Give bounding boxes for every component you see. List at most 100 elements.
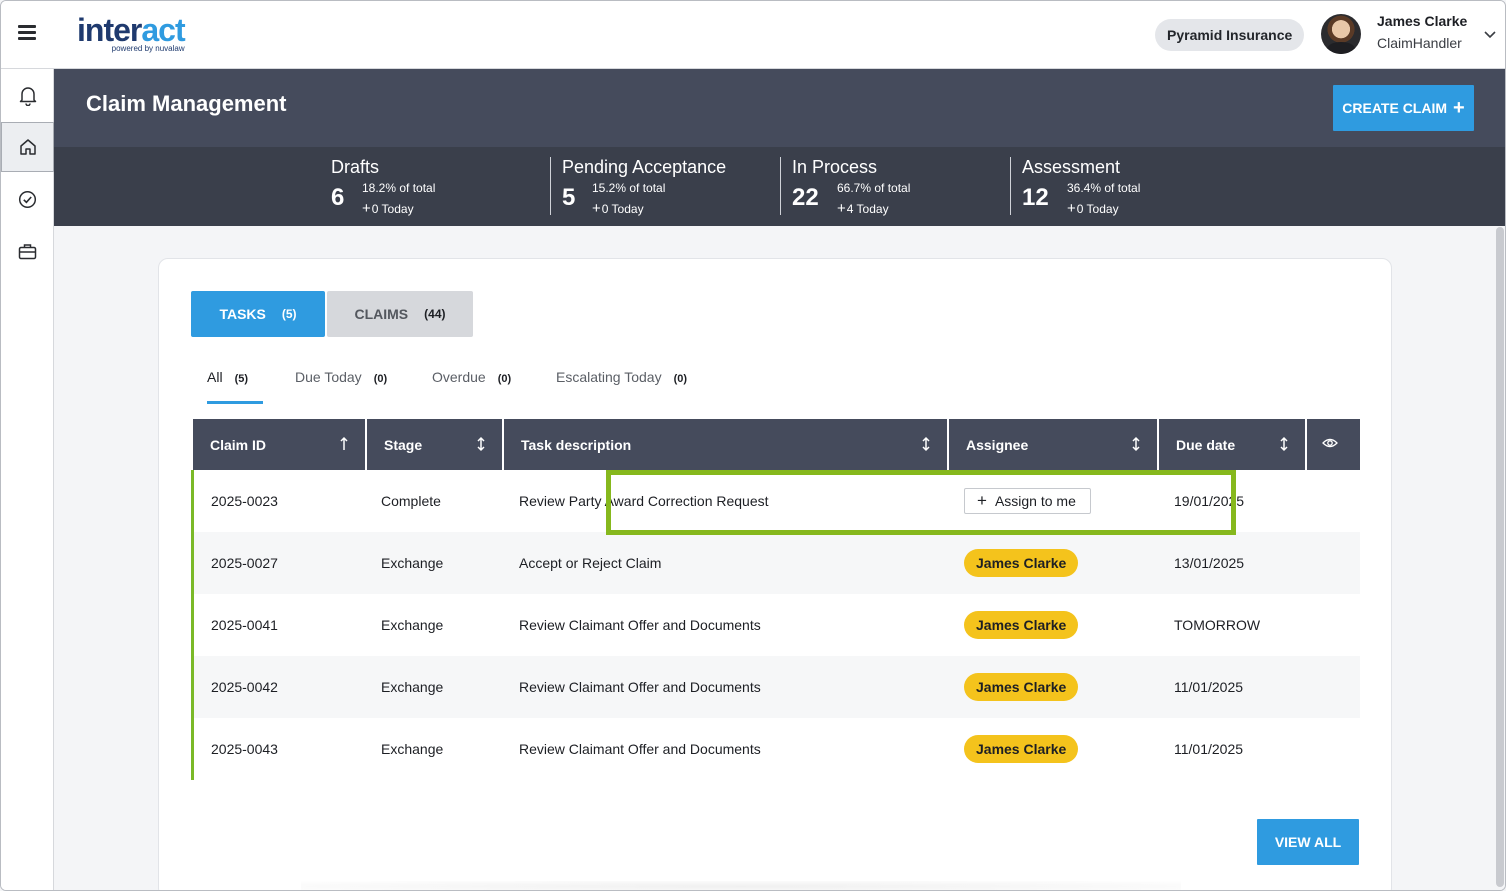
column-stage[interactable]: Stage	[367, 419, 502, 470]
cell-claim-id[interactable]: 2025-0027	[211, 532, 278, 594]
table-row[interactable]: 2025-0042 Exchange Review Claimant Offer…	[191, 656, 1360, 718]
column-task-description[interactable]: Task description	[504, 419, 947, 470]
cell-claim-id[interactable]: 2025-0041	[211, 594, 278, 656]
filter-all[interactable]: All (5)	[207, 369, 248, 385]
cell-claim-id[interactable]: 2025-0042	[211, 656, 278, 718]
app-window: interact powered by nuvalaw Pyramid Insu…	[0, 0, 1506, 891]
eye-icon	[1322, 438, 1338, 447]
assignee-badge[interactable]: James Clarke	[964, 611, 1079, 639]
plus-icon: +	[1453, 97, 1465, 119]
tab-count: (5)	[281, 307, 297, 321]
cell-task[interactable]: Review Claimant Offer and Documents	[519, 656, 761, 718]
side-nav	[1, 69, 54, 890]
user-role: ClaimHandler	[1377, 35, 1462, 51]
cell-assignee: + Assign to me	[964, 470, 1091, 532]
page-title: Claim Management	[86, 91, 287, 116]
column-assignee[interactable]: Assignee	[949, 419, 1157, 470]
stat-today: +4 Today	[837, 200, 889, 217]
stat-label: In Process	[792, 157, 878, 177]
table-row[interactable]: 2025-0043 Exchange Review Claimant Offer…	[191, 718, 1360, 780]
avatar[interactable]	[1321, 14, 1361, 54]
assignee-badge[interactable]: James Clarke	[964, 549, 1079, 577]
cell-due-date: 11/01/2025	[1174, 679, 1244, 695]
stats-bar: Drafts 6 18.2% of total +0 Today Pending…	[54, 147, 1505, 226]
cell-stage: Exchange	[381, 555, 444, 571]
stat-label: Pending Acceptance	[562, 157, 727, 177]
tab-claims[interactable]: CLAIMS (44)	[327, 291, 473, 337]
view-all-button[interactable]: VIEW ALL	[1257, 819, 1359, 865]
cell-due-date: 19/01/2025	[1174, 493, 1245, 509]
cell-claim-id[interactable]: 2025-0043	[211, 718, 278, 780]
tasks-table: Claim ID Stage Task description Assignee	[191, 419, 1360, 780]
nav-tasks[interactable]	[1, 174, 54, 224]
cell-task[interactable]: Review Claimant Offer and Documents	[519, 594, 761, 656]
cell-task[interactable]: Accept or Reject Claim	[519, 532, 661, 594]
table-row[interactable]: 2025-0023 Complete Review Party Award Co…	[191, 470, 1360, 532]
tab-label: CLAIMS	[354, 306, 409, 322]
stat-divider	[1010, 157, 1011, 215]
column-due-date[interactable]: Due date	[1159, 419, 1305, 470]
cell-assignee: James Clarke	[964, 532, 1079, 594]
stat-drafts[interactable]: Drafts 6 18.2% of total +0 Today	[331, 157, 551, 217]
cell-assignee: James Clarke	[964, 594, 1079, 656]
cell-task[interactable]: Review Party Award Correction Request	[519, 470, 769, 532]
page-header: Claim Management CREATE CLAIM +	[54, 69, 1505, 147]
table-row[interactable]: 2025-0027 Exchange Accept or Reject Clai…	[191, 532, 1360, 594]
tab-label: TASKS	[219, 306, 266, 322]
stat-in-process[interactable]: In Process 22 66.7% of total +4 Today	[792, 157, 1012, 217]
stat-assessment[interactable]: Assessment 12 36.4% of total +0 Today	[1022, 157, 1242, 217]
sort-icon	[1280, 436, 1288, 452]
assignee-badge[interactable]: James Clarke	[964, 673, 1079, 701]
scrollbar-thumb[interactable]	[1496, 227, 1504, 887]
tasks-card: TASKS (5) CLAIMS (44) All (5) Due Today (0…	[158, 258, 1392, 890]
menu-icon[interactable]	[18, 25, 36, 41]
stat-count: 22	[792, 184, 819, 211]
sort-icon	[1132, 436, 1140, 452]
stat-label: Drafts	[331, 157, 380, 177]
stat-percent: 36.4% of total	[1067, 181, 1141, 195]
stat-today: +0 Today	[592, 200, 644, 217]
tab-tasks[interactable]: TASKS (5)	[191, 291, 325, 337]
create-claim-button[interactable]: CREATE CLAIM +	[1333, 85, 1474, 131]
stat-percent: 18.2% of total	[362, 181, 436, 195]
filter-escalating-today[interactable]: Escalating Today (0)	[556, 369, 687, 385]
user-name[interactable]: James Clarke	[1377, 13, 1467, 29]
cell-assignee: James Clarke	[964, 718, 1079, 780]
create-claim-label: CREATE CLAIM	[1342, 100, 1448, 116]
company-badge[interactable]: Pyramid Insurance	[1155, 19, 1305, 51]
cell-claim-id[interactable]: 2025-0023	[211, 470, 278, 532]
cell-due-date: 11/01/2025	[1174, 741, 1244, 757]
active-filter-indicator	[207, 401, 263, 404]
stat-divider	[550, 157, 551, 215]
stat-count: 6	[331, 184, 345, 211]
cell-stage: Exchange	[381, 679, 444, 695]
sort-icon	[922, 436, 930, 452]
nav-claims[interactable]	[1, 226, 54, 276]
top-bar: interact powered by nuvalaw Pyramid Insu…	[1, 1, 1505, 69]
filter-overdue[interactable]: Overdue (0)	[432, 369, 511, 385]
briefcase-icon	[18, 243, 37, 259]
assignee-badge[interactable]: James Clarke	[964, 735, 1079, 763]
cell-assignee: James Clarke	[964, 656, 1079, 718]
bottom-shadow	[301, 881, 1181, 890]
column-visibility[interactable]	[1307, 419, 1360, 470]
sort-ascending-icon	[340, 436, 348, 450]
table-row[interactable]: 2025-0041 Exchange Review Claimant Offer…	[191, 594, 1360, 656]
cell-stage: Complete	[381, 493, 441, 509]
assign-to-me-button[interactable]: + Assign to me	[964, 488, 1091, 514]
stat-count: 12	[1022, 184, 1049, 211]
stat-divider	[780, 157, 781, 215]
app-logo[interactable]: interact powered by nuvalaw	[77, 13, 186, 53]
nav-notifications[interactable]	[1, 71, 54, 121]
cell-due-date: 13/01/2025	[1174, 555, 1245, 571]
bell-icon	[19, 87, 36, 106]
column-claim-id[interactable]: Claim ID	[193, 419, 365, 470]
cell-task[interactable]: Review Claimant Offer and Documents	[519, 718, 761, 780]
stat-percent: 15.2% of total	[592, 181, 666, 195]
chevron-down-icon[interactable]	[1483, 27, 1497, 41]
nav-home[interactable]	[1, 122, 54, 172]
stat-pending-acceptance[interactable]: Pending Acceptance 5 15.2% of total +0 T…	[562, 157, 782, 217]
filter-due-today[interactable]: Due Today (0)	[295, 369, 387, 385]
table-header: Claim ID Stage Task description Assignee	[193, 419, 1360, 470]
main-content: TASKS (5) CLAIMS (44) All (5) Due Today (0…	[54, 226, 1494, 890]
